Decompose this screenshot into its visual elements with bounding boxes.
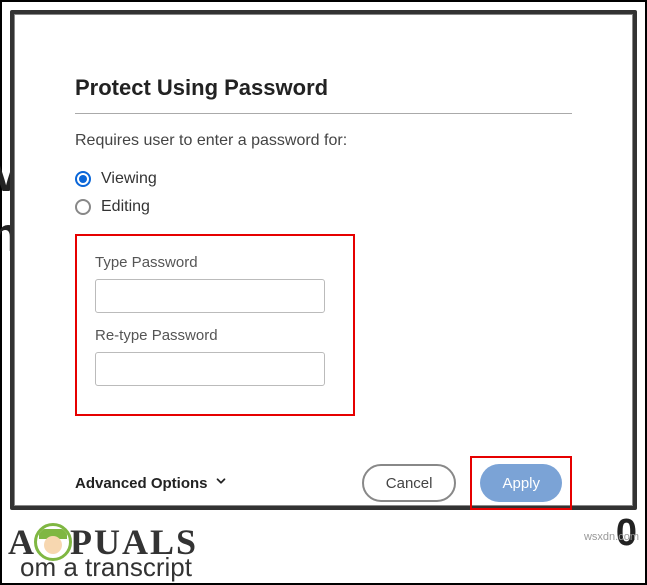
dialog-subtitle: Requires user to enter a password for: (75, 132, 572, 150)
radio-label: Viewing (101, 170, 157, 188)
password-input[interactable] (95, 279, 325, 313)
divider (75, 113, 572, 114)
apply-button[interactable]: Apply (480, 464, 562, 502)
chevron-down-icon (214, 474, 228, 492)
radio-icon (75, 171, 91, 187)
radio-editing[interactable]: Editing (75, 198, 572, 216)
button-group: Cancel Apply (362, 456, 572, 510)
apply-highlight: Apply (470, 456, 572, 510)
dialog-title: Protect Using Password (75, 75, 572, 101)
radio-viewing[interactable]: Viewing (75, 170, 572, 188)
apply-button-label: Apply (502, 475, 540, 492)
retype-password-label: Re-type Password (95, 327, 335, 344)
password-label: Type Password (95, 254, 335, 271)
radio-icon (75, 199, 91, 215)
permission-radio-group: Viewing Editing (75, 170, 572, 216)
dialog-footer: Advanced Options Cancel Apply (75, 456, 572, 510)
watermark-credit: wsxdn.com (584, 531, 639, 543)
cancel-button[interactable]: Cancel (362, 464, 457, 502)
cancel-button-label: Cancel (386, 475, 433, 492)
password-fields-highlight: Type Password Re-type Password (75, 234, 355, 416)
retype-password-input[interactable] (95, 352, 325, 386)
advanced-options-label: Advanced Options (75, 475, 208, 492)
password-protect-dialog: Protect Using Password Requires user to … (14, 14, 633, 506)
background-text: om a transcript (20, 552, 192, 583)
radio-label: Editing (101, 198, 150, 216)
advanced-options-toggle[interactable]: Advanced Options (75, 474, 228, 492)
